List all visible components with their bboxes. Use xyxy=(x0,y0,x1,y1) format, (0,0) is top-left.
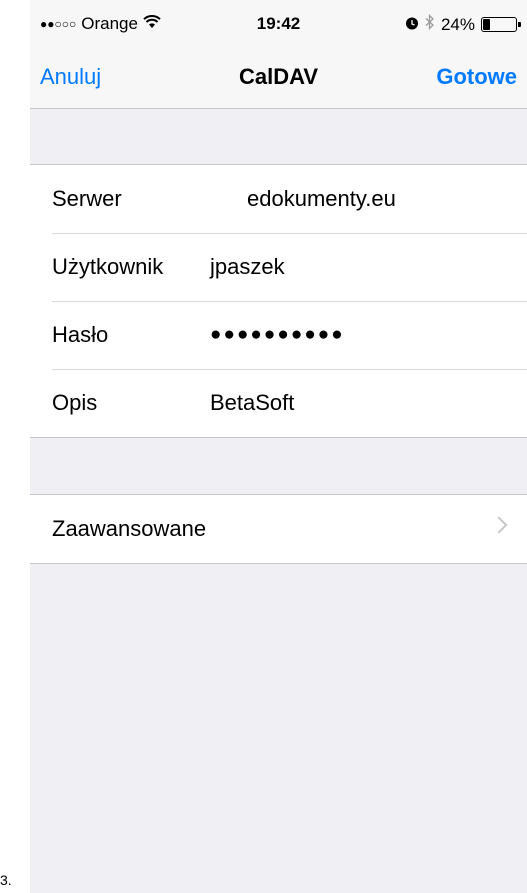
phone-screen: ●●○○○ Orange 19:42 24% Anuluj CalDAV Got… xyxy=(30,0,527,893)
server-input[interactable]: edokumenty.eu xyxy=(247,186,396,212)
password-label: Hasło xyxy=(52,322,109,347)
battery-percentage: 24% xyxy=(440,14,475,34)
username-label: Użytkownik xyxy=(52,254,164,279)
chevron-right-icon xyxy=(490,516,508,534)
battery-icon xyxy=(481,17,521,32)
password-input[interactable]: ●●●●●●●●●● xyxy=(210,324,345,346)
step-number-caption: 3. xyxy=(0,872,12,888)
account-settings-group: Serwer edokumenty.eu Użytkownik jpaszek … xyxy=(30,164,527,438)
status-bar: ●●○○○ Orange 19:42 24% xyxy=(30,0,527,44)
server-label: Serwer xyxy=(52,186,122,211)
password-row[interactable]: Hasło ●●●●●●●●●● xyxy=(30,301,527,369)
bluetooth-icon xyxy=(425,13,435,35)
server-row[interactable]: Serwer edokumenty.eu xyxy=(30,165,527,233)
username-input[interactable]: jpaszek xyxy=(210,254,285,280)
advanced-label: Zaawansowane xyxy=(52,516,207,541)
status-right: 24% xyxy=(405,13,521,35)
description-label: Opis xyxy=(52,390,98,415)
description-input[interactable]: BetaSoft xyxy=(210,390,294,416)
battery-tip xyxy=(518,22,521,27)
navigation-bar: Anuluj CalDAV Gotowe xyxy=(30,44,527,109)
done-button[interactable]: Gotowe xyxy=(436,64,517,90)
advanced-group: Zaawansowane xyxy=(30,494,527,564)
alarm-icon xyxy=(405,15,419,35)
advanced-row[interactable]: Zaawansowane xyxy=(30,495,527,563)
username-row[interactable]: Użytkownik jpaszek xyxy=(30,233,527,301)
battery-level-fill xyxy=(483,19,490,30)
description-row[interactable]: Opis BetaSoft xyxy=(30,369,527,437)
